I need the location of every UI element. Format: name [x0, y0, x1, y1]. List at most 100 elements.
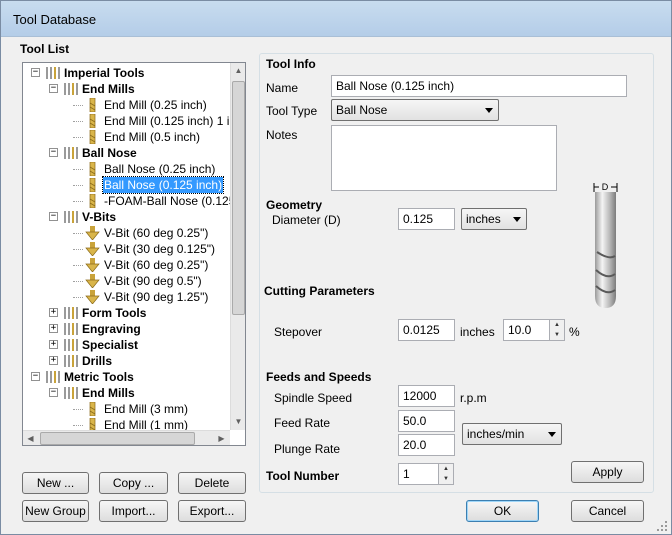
spin-up-icon[interactable]: ▲ — [550, 320, 564, 330]
name-input[interactable]: Ball Nose (0.125 inch) — [331, 75, 627, 97]
tree-vscroll-thumb[interactable] — [232, 81, 245, 315]
notes-textarea[interactable] — [331, 125, 557, 191]
tree-item[interactable]: End Mill (3 mm) — [23, 401, 230, 417]
tree-item-label: Specialist — [82, 338, 139, 352]
tree-connector — [73, 425, 83, 426]
ball-nose-tool-diagram-icon: D — [593, 180, 618, 308]
collapse-icon[interactable]: − — [49, 84, 58, 93]
percent-sign: % — [569, 325, 580, 339]
tree-item[interactable]: V-Bit (90 deg 0.5") — [23, 273, 230, 289]
stepover-percent-input[interactable]: 10.0 ▲ ▼ — [503, 319, 565, 341]
expand-icon[interactable]: + — [49, 324, 58, 333]
tree-item[interactable]: − End Mills — [23, 385, 230, 401]
tree-item[interactable]: V-Bit (90 deg 1.25") — [23, 289, 230, 305]
tool-type-label: Tool Type — [266, 104, 318, 118]
end-mill-icon — [89, 178, 96, 192]
import-button[interactable]: Import... — [99, 500, 168, 522]
tree-item[interactable]: End Mill (0.25 inch) — [23, 97, 230, 113]
end-mill-icon — [89, 114, 96, 128]
tree-item[interactable]: + Form Tools — [23, 305, 230, 321]
scroll-up-icon[interactable]: ▲ — [231, 63, 245, 78]
expand-icon[interactable]: + — [49, 340, 58, 349]
tree-item[interactable]: End Mill (0.5 inch) — [23, 129, 230, 145]
tool-number-input[interactable]: 1 ▲ ▼ — [398, 463, 454, 485]
spin-down-icon[interactable]: ▼ — [550, 330, 564, 340]
diameter-diagram-label: D — [602, 182, 609, 192]
tree-connector — [73, 265, 83, 266]
spin-down-icon[interactable]: ▼ — [439, 474, 453, 484]
stepover-percent-spinner[interactable]: ▲ ▼ — [549, 320, 564, 340]
tree-connector — [73, 121, 83, 122]
new-group-button[interactable]: New Group — [22, 500, 89, 522]
resize-grip-icon[interactable] — [655, 519, 669, 533]
tree-item-label: Form Tools — [82, 306, 147, 320]
tree-item[interactable]: V-Bit (60 deg 0.25") — [23, 225, 230, 241]
diameter-units-select[interactable]: inches — [461, 208, 527, 230]
tree-connector — [73, 185, 83, 186]
tool-group-icon — [64, 147, 78, 159]
scroll-left-icon[interactable]: ◀ — [23, 431, 38, 445]
collapse-icon[interactable]: − — [49, 148, 58, 157]
scroll-down-icon[interactable]: ▼ — [231, 414, 245, 429]
tree-item[interactable]: − Ball Nose — [23, 145, 230, 161]
v-bit-icon — [85, 242, 100, 256]
collapse-icon[interactable]: − — [49, 212, 58, 221]
scroll-right-icon[interactable]: ▶ — [214, 431, 229, 445]
tool-tree[interactable]: − Imperial Tools − End Mills End Mill (0.25 … — [22, 62, 246, 446]
new-tool-button[interactable]: New ... — [22, 472, 89, 494]
spindle-speed-input[interactable]: 12000 — [398, 385, 455, 407]
title-bar[interactable]: Tool Database — [1, 1, 671, 37]
export-button[interactable]: Export... — [178, 500, 246, 522]
feed-rate-input[interactable]: 50.0 — [398, 410, 455, 432]
end-mill-icon — [89, 162, 96, 176]
tree-connector — [73, 233, 83, 234]
tree-hscroll-thumb[interactable] — [40, 432, 195, 445]
tree-item[interactable]: − End Mills — [23, 81, 230, 97]
tree-horizontal-scrollbar[interactable]: ◀ ▶ — [23, 430, 230, 445]
tool-type-select[interactable]: Ball Nose — [331, 99, 499, 121]
expand-icon[interactable]: + — [49, 308, 58, 317]
tree-item-label: End Mills — [82, 386, 135, 400]
tool-list-heading: Tool List — [20, 42, 70, 56]
expand-icon[interactable]: + — [49, 356, 58, 365]
tree-item[interactable]: − Imperial Tools — [23, 65, 230, 81]
collapse-icon[interactable]: − — [31, 68, 40, 77]
tree-item[interactable]: V-Bit (60 deg 0.25") — [23, 257, 230, 273]
tree-item[interactable]: V-Bit (30 deg 0.125") — [23, 241, 230, 257]
tree-item-label: Ball Nose (0.125 inch) — [101, 176, 225, 194]
tree-item[interactable]: End Mill (0.125 inch) 1 inch — [23, 113, 245, 129]
apply-button[interactable]: Apply — [571, 461, 644, 483]
tree-item[interactable]: Ball Nose (0.125 inch) — [23, 176, 230, 194]
end-mill-icon — [89, 98, 96, 112]
tool-type-value: Ball Nose — [336, 103, 388, 117]
spindle-speed-label: Spindle Speed — [274, 391, 353, 405]
tree-item[interactable]: -FOAM-Ball Nose (0.125 in — [23, 193, 245, 209]
tool-number-spinner[interactable]: ▲ ▼ — [438, 464, 453, 484]
tree-connector — [73, 169, 83, 170]
tree-item[interactable]: + Engraving — [23, 321, 230, 337]
tree-item[interactable]: − Metric Tools — [23, 369, 230, 385]
tree-item[interactable]: + Drills — [23, 353, 230, 369]
collapse-icon[interactable]: − — [31, 372, 40, 381]
tool-group-icon — [64, 211, 78, 223]
tree-item-label: Ball Nose — [82, 146, 137, 160]
tree-item-label: V-Bit (60 deg 0.25") — [104, 226, 209, 240]
delete-tool-button[interactable]: Delete — [178, 472, 246, 494]
tree-item[interactable]: + Specialist — [23, 337, 230, 353]
tree-item[interactable]: − V-Bits — [23, 209, 230, 225]
tree-item[interactable]: Ball Nose (0.25 inch) — [23, 161, 230, 177]
plunge-rate-input[interactable]: 20.0 — [398, 434, 455, 456]
copy-tool-button[interactable]: Copy ... — [99, 472, 168, 494]
tree-item-label: Ball Nose (0.25 inch) — [104, 162, 216, 176]
tree-item-label: V-Bit (60 deg 0.25") — [104, 258, 209, 272]
tree-vertical-scrollbar[interactable]: ▲ ▼ — [230, 63, 245, 430]
ok-button[interactable]: OK — [466, 500, 539, 522]
spin-up-icon[interactable]: ▲ — [439, 464, 453, 474]
spindle-speed-unit: r.p.m — [460, 391, 487, 405]
cancel-button[interactable]: Cancel — [571, 500, 644, 522]
stepover-input[interactable]: 0.0125 — [398, 319, 455, 341]
diameter-input[interactable]: 0.125 — [398, 208, 455, 230]
tool-database-window: Tool Database Tool List − Imperial Tools −… — [0, 0, 672, 535]
collapse-icon[interactable]: − — [49, 388, 58, 397]
rate-units-select[interactable]: inches/min — [462, 423, 562, 445]
